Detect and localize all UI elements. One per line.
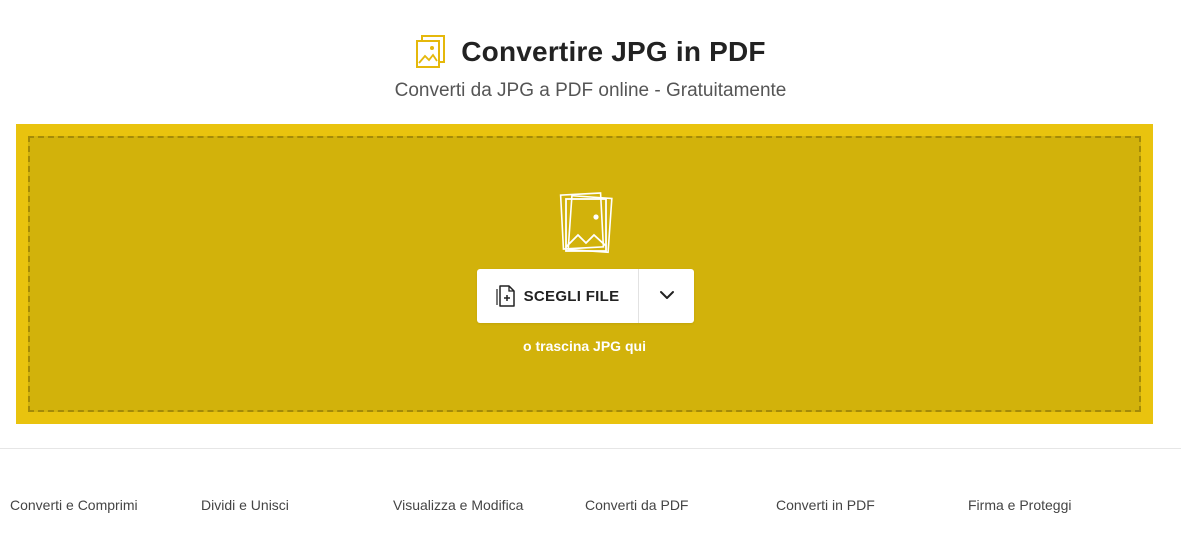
page: Convertire JPG in PDF Converti da JPG a …: [0, 0, 1181, 534]
page-subtitle: Converti da JPG a PDF online - Gratuitam…: [394, 80, 787, 101]
footer-link-converti-in-pdf[interactable]: Converti in PDF: [776, 497, 875, 513]
jpg-image-icon: [415, 35, 447, 69]
image-stack-icon: [558, 191, 618, 255]
choose-file-button[interactable]: SCEGLI FILE: [477, 269, 639, 323]
choose-file-group: SCEGLI FILE: [477, 269, 694, 323]
choose-file-label: SCEGLI FILE: [523, 287, 620, 305]
dropzone-area[interactable]: SCEGLI FILE o trascina JPG qui: [28, 136, 1141, 412]
drop-hint: o trascina JPG qui: [523, 338, 646, 354]
footer-divider: [0, 448, 1181, 449]
page-title: Convertire JPG in PDF: [461, 36, 766, 67]
source-dropdown-button[interactable]: [639, 269, 694, 323]
file-add-icon: [495, 285, 516, 307]
footer-nav: Converti e Comprimi Dividi e Unisci Visu…: [0, 497, 1181, 517]
footer-link-converti-da-pdf[interactable]: Converti da PDF: [585, 497, 688, 513]
footer-link-dividi-unisci[interactable]: Dividi e Unisci: [201, 497, 289, 513]
page-header: Convertire JPG in PDF Converti da JPG a …: [0, 30, 1181, 102]
chevron-down-icon: [659, 287, 675, 305]
title-row: Convertire JPG in PDF: [0, 30, 1181, 74]
footer-link-visualizza-modifica[interactable]: Visualizza e Modifica: [393, 497, 523, 513]
file-dropzone[interactable]: SCEGLI FILE o trascina JPG qui: [16, 124, 1153, 424]
footer-link-firma-proteggi[interactable]: Firma e Proteggi: [968, 497, 1071, 513]
footer-link-converti-comprimi[interactable]: Converti e Comprimi: [10, 497, 138, 513]
